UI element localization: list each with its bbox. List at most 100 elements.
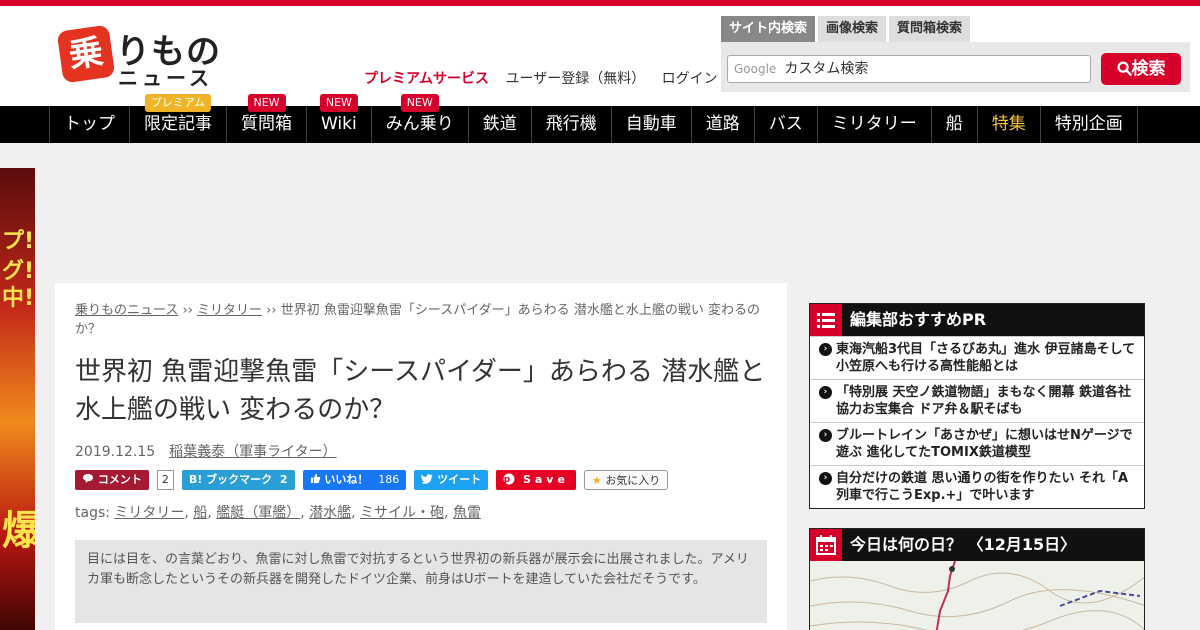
nav-badge: NEW xyxy=(319,94,358,112)
nav-item-7[interactable]: 自動車 xyxy=(612,106,692,143)
comment-button[interactable]: コメント xyxy=(75,470,149,490)
chevron-right-icon: › xyxy=(819,429,832,442)
nav-item-2[interactable]: 質問箱 NEW xyxy=(227,94,307,143)
premium-service-link[interactable]: プレミアムサービス xyxy=(364,71,489,87)
tab-image-search[interactable]: 画像検索 xyxy=(818,16,887,42)
hatena-label: B! ブックマーク xyxy=(188,473,273,486)
nav-badge: NEW xyxy=(400,94,439,112)
nav-item-13[interactable]: 特別企画 xyxy=(1041,106,1138,143)
star-icon: ★ xyxy=(591,474,602,487)
tag-link[interactable]: 艦艇（軍艦） xyxy=(216,505,300,521)
editor-pr-header: 編集部おすすめPR xyxy=(810,304,1144,336)
search-tabs: サイト内検索 画像検索 質問箱検索 xyxy=(721,16,971,42)
article-title: 世界初 魚雷迎撃魚雷「シースパイダー」あらわる 潜水艦と水上艦の戦い 変わるのか… xyxy=(75,357,766,425)
pr-item[interactable]: › 自分だけの鉄道 思い通りの街を作りたい それ「A列車で行こうExp.+」で叶い… xyxy=(810,465,1144,508)
nav-item-0[interactable]: トップ xyxy=(50,106,130,143)
nav-item-label: 船 xyxy=(945,114,963,134)
today-header: 今日は何の日？ 〈12月15日〉 xyxy=(810,529,1144,561)
favorite-button[interactable]: ★ お気に入り xyxy=(583,470,669,490)
header-links: プレミアムサービス ユーザー登録（無料） ログイン xyxy=(364,68,730,88)
like-count: 186 xyxy=(378,473,400,486)
today-title: 今日は何の日？ 〈12月15日〉 xyxy=(850,535,1077,554)
breadcrumb-home[interactable]: 乗りものニュース xyxy=(75,303,178,318)
pr-item-label: 「特別展 天空ノ鉄道物語」まもなく開幕 鉄道各社協力お宝集合 ドア弁＆駅そばも xyxy=(836,385,1132,417)
search-button-label: 検索 xyxy=(1131,59,1166,79)
tweet-label: ツイート xyxy=(437,473,482,486)
share-buttons: コメント 2 B! ブックマーク 2 いいね！ 186 ツイート p Save … xyxy=(75,469,669,491)
register-link[interactable]: ユーザー登録（無料） xyxy=(505,71,645,87)
nav-item-label: バス xyxy=(768,114,803,134)
nav-item-8[interactable]: 道路 xyxy=(692,106,755,143)
nav-item-label: ミリタリー xyxy=(831,114,917,134)
tweet-button[interactable]: ツイート xyxy=(414,470,489,490)
twitter-bird-icon xyxy=(421,474,433,484)
nav-item-10[interactable]: ミリタリー xyxy=(818,106,932,143)
tags-list: ミリタリー, 船, 艦艇（軍艦）, 潜水艦, ミサイル・砲, 魚雷 xyxy=(114,505,481,521)
nav-badge: NEW xyxy=(247,94,286,112)
nav-item-1[interactable]: 限定記事 プレミアム xyxy=(130,94,227,143)
favorite-label: お気に入り xyxy=(605,474,661,487)
comment-count: 2 xyxy=(156,470,174,490)
nav-item-label: 鉄道 xyxy=(482,114,517,134)
today-map-image[interactable] xyxy=(810,561,1144,630)
nav-item-label: トップ xyxy=(64,114,115,134)
search-icon xyxy=(1116,61,1132,76)
nav-item-9[interactable]: バス xyxy=(755,106,818,143)
chevron-right-icon: › xyxy=(819,386,832,399)
nav-item-label: 特集 xyxy=(991,114,1026,134)
nav-item-label: 質問箱 xyxy=(241,114,292,134)
hatena-bookmark-button[interactable]: B! ブックマーク 2 xyxy=(181,470,295,490)
logo-subtitle: ニュース xyxy=(118,66,213,90)
site-logo[interactable]: 乗 りもの ニュース xyxy=(56,24,228,90)
breadcrumb-separator: ›› xyxy=(262,303,281,318)
editor-pr-box: 編集部おすすめPR › 東海汽船3代目「さるびあ丸」進水 伊豆諸島そして小笠原へも… xyxy=(809,303,1145,509)
article-main: 乗りものニュース ›› ミリタリー ›› 世界初 魚雷迎撃魚雷「シースパイダー」… xyxy=(55,283,787,630)
tag-link[interactable]: ミサイル・砲 xyxy=(360,505,444,521)
pr-item-label: 自分だけの鉄道 思い通りの街を作りたい それ「A列車で行こうExp.+」で叶いま… xyxy=(836,471,1129,503)
tags-label: tags: xyxy=(75,505,110,521)
nav-item-5[interactable]: 鉄道 xyxy=(469,106,532,143)
pr-item[interactable]: › 「特別展 天空ノ鉄道物語」まもなく開幕 鉄道各社協力お宝集合 ドア弁＆駅そばも xyxy=(810,379,1144,422)
tag-link[interactable]: 魚雷 xyxy=(453,505,481,521)
list-icon xyxy=(810,304,842,336)
nav-item-label: 自動車 xyxy=(625,114,677,134)
chevron-right-icon: › xyxy=(819,343,832,356)
search-input[interactable]: Google カスタム検索 xyxy=(727,55,1091,83)
pr-item[interactable]: › ブルートレイン「あさかぜ」に想いはせNゲージで遊ぶ 進化してたTOMIX鉄道模… xyxy=(810,422,1144,465)
nav-item-label: 飛行機 xyxy=(545,114,597,134)
sidebar: 編集部おすすめPR › 東海汽船3代目「さるびあ丸」進水 伊豆諸島そして小笠原へも… xyxy=(809,303,1145,630)
article-lead: 目には目を、の言葉どおり、魚雷に対し魚雷で対抗するという世界初の新兵器が展示会に… xyxy=(75,540,767,623)
search-button[interactable]: 検索 xyxy=(1101,53,1181,85)
calendar-icon xyxy=(810,529,842,561)
facebook-like-button[interactable]: いいね！ 186 xyxy=(302,470,407,490)
article-tags: tags: ミリタリー, 船, 艦艇（軍艦）, 潜水艦, ミサイル・砲, 魚雷 xyxy=(75,502,481,522)
side-ad-banner[interactable]: プ!! グ! 中!! 爆 xyxy=(0,168,35,630)
pr-item-label: ブルートレイン「あさかぜ」に想いはせNゲージで遊ぶ 進化してたTOMIX鉄道模型 xyxy=(836,428,1133,460)
nav-item-label: 限定記事 xyxy=(144,114,212,134)
google-label: Google xyxy=(734,62,777,76)
pr-item-label: 東海汽船3代目「さるびあ丸」進水 伊豆諸島そして小笠原へも行ける高性能船とは xyxy=(836,342,1136,374)
nav-item-4[interactable]: みん乗り NEW xyxy=(372,94,469,143)
nav-items: トップ 限定記事 プレミアム 質問箱 NEW Wiki NEW みん乗り NEW 鉄道 飛行機 自動車… xyxy=(49,94,1138,143)
search-box: Google カスタム検索 検索 xyxy=(721,42,1190,92)
pinterest-save-button[interactable]: p Save xyxy=(496,470,576,490)
tag-link[interactable]: 潜水艦 xyxy=(309,505,351,521)
nav-item-11[interactable]: 船 xyxy=(932,106,978,143)
pr-item[interactable]: › 東海汽船3代目「さるびあ丸」進水 伊豆諸島そして小笠原へも行ける高性能船とは xyxy=(810,336,1144,379)
nav-item-3[interactable]: Wiki NEW xyxy=(307,94,372,143)
nav-item-6[interactable]: 飛行機 xyxy=(532,106,612,143)
breadcrumb-category[interactable]: ミリタリー xyxy=(197,303,262,318)
tag-link[interactable]: ミリタリー xyxy=(114,505,184,521)
nav-item-12[interactable]: 特集 xyxy=(978,106,1041,143)
site-header: 乗 りもの ニュース プレミアムサービス ユーザー登録（無料） ログイン サイト… xyxy=(0,6,1200,106)
comment-label: コメント xyxy=(97,473,142,486)
tag-link[interactable]: 船 xyxy=(193,505,207,521)
article-author[interactable]: 稲葉義泰（軍事ライター） xyxy=(169,444,336,460)
tab-site-search[interactable]: サイト内検索 xyxy=(721,16,816,42)
speech-bubble-icon xyxy=(83,474,93,483)
save-label: Save xyxy=(522,473,569,486)
ad-text-3: 中!! xyxy=(2,286,35,311)
tab-question-search[interactable]: 質問箱検索 xyxy=(889,16,971,42)
main-nav: トップ 限定記事 プレミアム 質問箱 NEW Wiki NEW みん乗り NEW 鉄道 飛行機 自動車… xyxy=(0,94,1200,143)
login-link[interactable]: ログイン xyxy=(662,71,718,87)
